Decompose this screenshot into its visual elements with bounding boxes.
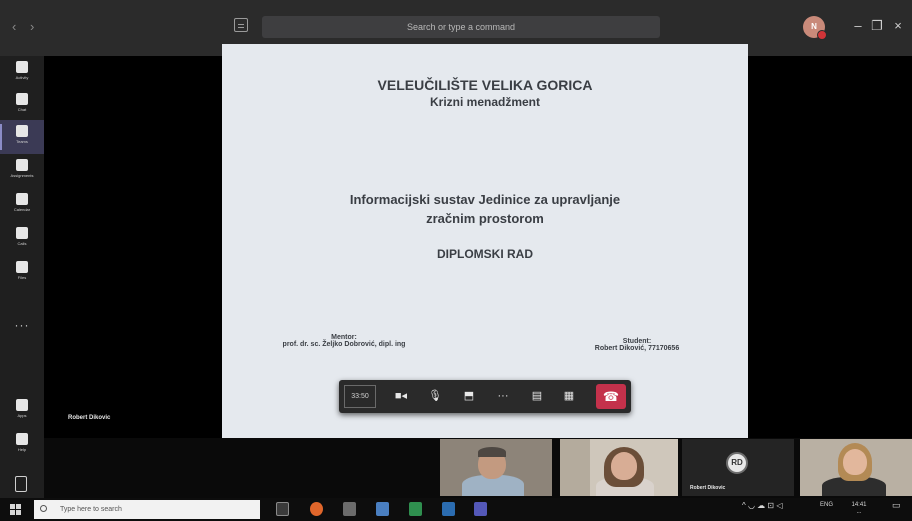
photos-icon[interactable] xyxy=(376,502,389,516)
share-screen-icon[interactable]: ⬒ xyxy=(457,385,481,408)
search-icon xyxy=(40,505,47,512)
task-view-icon[interactable] xyxy=(276,502,289,516)
minimize-icon[interactable]: – xyxy=(849,17,867,35)
slide-thesis-title: Informacijski sustav Jedinice za upravlj… xyxy=(349,192,621,207)
rail-label: Activity xyxy=(15,75,29,80)
rail-label: Chat xyxy=(17,107,27,112)
rail-item-help[interactable]: Help xyxy=(0,428,44,462)
browser-icon[interactable] xyxy=(310,502,323,516)
slide-student-block: Student: Robert Diković, 77170656 xyxy=(548,338,726,352)
phone-icon xyxy=(16,227,28,239)
call-timer: 33:50 xyxy=(344,385,376,408)
rail-label: Teams xyxy=(16,139,28,144)
teams-icon xyxy=(16,125,28,137)
shared-screen-slide: VELEUČILIŠTE VELIKA GORICA Krizni menadž… xyxy=(222,44,748,438)
language-indicator[interactable]: ENG xyxy=(820,502,833,509)
back-arrow-icon[interactable]: ‹ xyxy=(12,20,16,34)
clock-time: 14:41 xyxy=(851,502,867,508)
rail-item-calendar[interactable]: Calendar xyxy=(0,188,44,222)
taskbar-search-input[interactable]: Type here to search xyxy=(34,500,260,519)
clock[interactable]: 14:41 ... xyxy=(846,502,872,516)
help-icon xyxy=(16,433,28,445)
teams-meeting-window: ‹ › Search or type a command N – ❐ × Act… xyxy=(0,0,912,521)
slide-document-type: DIPLOMSKI RAD xyxy=(437,247,533,261)
notifications-icon[interactable]: ▭ xyxy=(892,501,901,510)
profile-avatar[interactable]: N xyxy=(803,16,827,40)
more-apps-icon[interactable]: ··· xyxy=(0,318,44,332)
spreadsheet-icon[interactable] xyxy=(409,502,422,516)
slide-mentor-block: Mentor: prof. dr. sc. Željko Dobrović, d… xyxy=(244,334,444,348)
bell-icon xyxy=(16,61,28,73)
hangup-icon: ☎︎ xyxy=(602,389,620,404)
participant-head xyxy=(611,452,637,480)
participant-video-1[interactable] xyxy=(440,439,552,496)
participant-video-4[interactable] xyxy=(800,439,912,496)
device-icon[interactable] xyxy=(15,476,27,492)
student-name: Robert Diković, 77170656 xyxy=(594,345,680,352)
rail-item-files[interactable]: Files xyxy=(0,256,44,290)
clock-date: ... xyxy=(856,509,862,515)
participant-hair xyxy=(478,447,506,457)
rail-item-chat[interactable]: Chat xyxy=(0,88,44,122)
participants-icon[interactable]: ▦ xyxy=(557,385,581,408)
participant-tile-3[interactable]: RD Robert Dikovic xyxy=(682,439,794,496)
hangup-button[interactable]: ☎︎ xyxy=(596,384,626,409)
close-icon[interactable]: × xyxy=(889,17,907,35)
windows-taskbar: Type here to search ^ ◡ ☁ ⊡ ◁ ENG 14:41 … xyxy=(0,498,912,521)
rail-label: Help xyxy=(17,447,27,452)
mentor-name: prof. dr. sc. Željko Dobrović, dipl. ing xyxy=(282,341,406,348)
more-icon[interactable]: ··· xyxy=(491,385,515,408)
rail-item-calls[interactable]: Calls xyxy=(0,222,44,256)
participant-video-2[interactable] xyxy=(560,439,678,496)
chat-icon[interactable]: ▤ xyxy=(525,385,549,408)
calendar-icon xyxy=(16,193,28,205)
student-label: Student: xyxy=(622,338,652,345)
windows-start-icon[interactable] xyxy=(10,504,21,515)
participant-strip: RD Robert Dikovic xyxy=(436,438,912,498)
slide-thesis-title-cont: zračnim prostorom xyxy=(426,211,544,226)
rail-item-apps[interactable]: Apps xyxy=(0,394,44,428)
assignments-icon xyxy=(16,159,28,171)
participant-name: Robert Dikovic xyxy=(690,485,726,491)
slide-university: VELEUČILIŠTE VELIKA GORICA xyxy=(377,77,593,93)
rail-label: Assignments xyxy=(10,173,34,178)
file-icon xyxy=(16,261,28,273)
rail-item-activity[interactable]: Activity xyxy=(0,56,44,90)
call-controls-bar: 33:50 ■◂ 🎙︎ ⬒ ··· ▤ ▦ ☎︎ xyxy=(339,380,631,413)
search-input[interactable]: Search or type a command xyxy=(262,16,660,38)
forward-arrow-icon[interactable]: › xyxy=(30,20,34,34)
background-wall xyxy=(560,439,590,496)
presenter-video xyxy=(44,56,222,438)
teams-taskbar-icon[interactable] xyxy=(474,502,487,516)
maximize-icon[interactable]: ❐ xyxy=(868,17,886,35)
stage-background xyxy=(748,56,912,438)
participant-avatar: RD xyxy=(726,452,748,474)
participant-head xyxy=(843,449,867,475)
rail-label: Calendar xyxy=(13,207,31,212)
rail-label: Calls xyxy=(17,241,27,246)
mic-icon[interactable]: 🎙︎ xyxy=(423,385,447,408)
new-chat-icon[interactable] xyxy=(234,18,248,32)
system-tray-icons[interactable]: ^ ◡ ☁ ⊡ ◁ xyxy=(742,502,782,510)
apps-icon xyxy=(16,399,28,411)
app-rail: Activity Chat Teams Assignments Calendar… xyxy=(0,56,44,498)
camera-icon[interactable]: ■◂ xyxy=(389,385,413,408)
rail-label: Files xyxy=(17,275,27,280)
rail-item-assignments[interactable]: Assignments xyxy=(0,154,44,188)
chat-icon xyxy=(16,93,28,105)
mentor-label: Mentor: xyxy=(331,334,357,341)
outlook-icon[interactable] xyxy=(442,502,455,516)
rail-label: Apps xyxy=(17,413,27,418)
calculator-icon[interactable] xyxy=(343,502,356,516)
slide-course: Krizni menadžment xyxy=(429,95,540,109)
presenter-name: Robert Dikovic xyxy=(68,415,111,421)
rail-item-teams[interactable]: Teams xyxy=(0,120,44,154)
